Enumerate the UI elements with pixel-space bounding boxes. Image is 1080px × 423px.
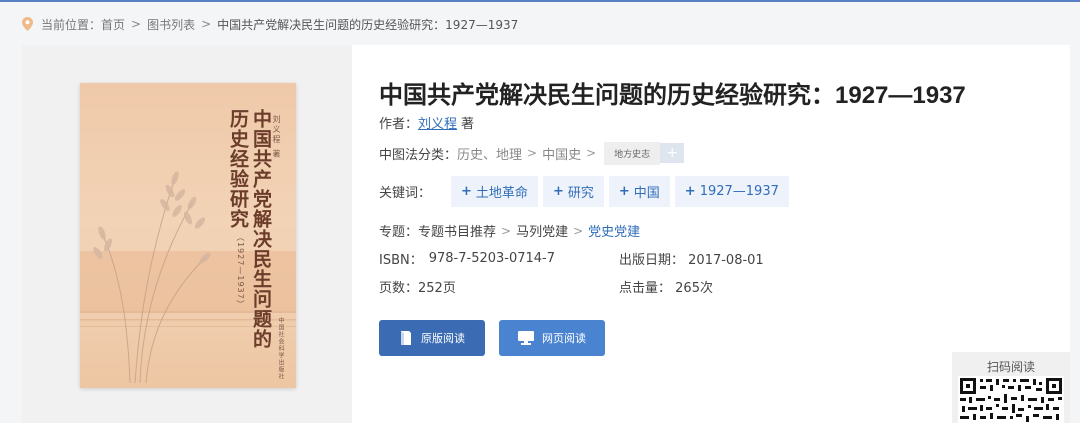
keyword-text: 研究 bbox=[567, 186, 594, 201]
pages-row: 页数： 252页 bbox=[379, 277, 456, 296]
plus-icon: + bbox=[552, 184, 564, 199]
keyword-text: 1927—1937 bbox=[699, 184, 779, 199]
cover-title-line-1: 中国共产党解决民生问题的 bbox=[250, 109, 272, 349]
isbn-label: ISBN： bbox=[379, 253, 423, 268]
cover-panel: 刘义程 著 中国共产党解决民生问题的 历史经验研究 （1927—1937） 中国… bbox=[22, 45, 352, 423]
classification-level-1[interactable]: 历史、地理 bbox=[457, 144, 522, 163]
chevron-right-icon: > bbox=[501, 223, 512, 238]
book-detail-card: 刘义程 著 中国共产党解决民生问题的 历史经验研究 （1927—1937） 中国… bbox=[22, 45, 1070, 423]
book-title: 中国共产党解决民生问题的历史经验研究：1927—1937 bbox=[379, 82, 966, 109]
expand-classification-button[interactable]: + bbox=[660, 143, 685, 163]
breadcrumb: 当前位置： 首页 > 图书列表 > 中国共产党解决民生问题的历史经验研究：192… bbox=[22, 15, 518, 33]
chevron-right-icon: > bbox=[527, 146, 538, 160]
keyword-text: 土地革命 bbox=[475, 186, 528, 201]
web-read-button[interactable]: 网页阅读 bbox=[499, 320, 605, 356]
clicks-value: 265次 bbox=[675, 281, 713, 296]
cover-publisher: 中国社会科学出版社 bbox=[277, 317, 284, 380]
breadcrumb-home[interactable]: 首页 bbox=[101, 16, 125, 33]
web-read-label: 网页阅读 bbox=[542, 332, 586, 345]
qr-label: 扫码阅读 bbox=[986, 360, 1035, 374]
clicks-field: 点击量： 265次 bbox=[619, 277, 713, 296]
keywords-row: 关键词： + 土地革命 + 研究 + 中国 +1927—1937 bbox=[379, 176, 794, 207]
top-accent-line bbox=[0, 0, 1080, 2]
pages-label: 页数： bbox=[379, 281, 419, 296]
classification-level-2[interactable]: 中国史 bbox=[542, 144, 581, 163]
cover-years: （1927—1937） bbox=[236, 233, 245, 309]
original-read-button[interactable]: 原版阅读 bbox=[379, 320, 485, 356]
keyword-tag[interactable]: + 研究 bbox=[542, 176, 604, 207]
keywords-label: 关键词： bbox=[379, 186, 432, 201]
pages-value: 252页 bbox=[418, 281, 456, 296]
isbn-value: 978-7-5203-0714-7 bbox=[428, 251, 556, 266]
chevron-right-icon: > bbox=[586, 146, 597, 160]
keyword-text: 中国 bbox=[633, 186, 660, 201]
chevron-right-icon: > bbox=[573, 223, 584, 238]
breadcrumb-book-list[interactable]: 图书列表 bbox=[147, 16, 195, 33]
location-pin-icon bbox=[22, 17, 33, 31]
author-row: 作者： 刘义程 著 bbox=[379, 113, 474, 132]
clicks-label: 点击量： bbox=[619, 281, 672, 296]
plus-icon: + bbox=[684, 184, 696, 199]
plus-icon: + bbox=[666, 145, 679, 161]
topic-label: 专题： bbox=[379, 225, 419, 240]
topic-level-1[interactable]: 专题书目推荐 bbox=[418, 221, 496, 240]
topic-level-2[interactable]: 马列党建 bbox=[516, 221, 568, 240]
pubdate-value: 2017-08-01 bbox=[688, 253, 764, 268]
breadcrumb-separator: > bbox=[131, 17, 142, 31]
classification-level-3[interactable]: 地方史志 bbox=[604, 141, 661, 165]
qr-panel: 扫码阅读 bbox=[952, 352, 1070, 423]
book-cover: 刘义程 著 中国共产党解决民生问题的 历史经验研究 （1927—1937） 中国… bbox=[80, 83, 296, 388]
keyword-tag[interactable]: + 土地革命 bbox=[451, 176, 538, 207]
isbn-row: ISBN： 978-7-5203-0714-7 bbox=[379, 249, 555, 268]
breadcrumb-current: 中国共产党解决民生问题的历史经验研究：1927—1937 bbox=[217, 17, 519, 32]
keyword-tag[interactable]: + 中国 bbox=[608, 176, 670, 207]
original-read-label: 原版阅读 bbox=[421, 332, 465, 345]
monitor-icon bbox=[518, 331, 534, 345]
classification-label: 中图法分类： bbox=[379, 147, 458, 163]
author-label: 作者： bbox=[379, 117, 419, 132]
qr-code-icon[interactable] bbox=[958, 376, 1064, 423]
pubdate-label: 出版日期： bbox=[619, 253, 685, 268]
pubdate-field: 出版日期： 2017-08-01 bbox=[619, 249, 764, 268]
classification-row: 中图法分类： 历史、地理 > 中国史 > 地方史志 + bbox=[379, 141, 685, 165]
author-suffix: 著 bbox=[461, 117, 475, 132]
cover-title-line-2: 历史经验研究 bbox=[227, 109, 249, 229]
book-icon bbox=[401, 331, 411, 345]
topic-row: 专题： 专题书目推荐 > 马列党建 > 党史党建 bbox=[379, 221, 640, 241]
author-link[interactable]: 刘义程 bbox=[418, 113, 457, 132]
keyword-tag[interactable]: +1927—1937 bbox=[674, 176, 789, 207]
breadcrumb-separator: > bbox=[201, 17, 212, 31]
plus-icon: + bbox=[461, 184, 472, 199]
plus-icon: + bbox=[618, 184, 630, 199]
topic-level-3[interactable]: 党史党建 bbox=[588, 221, 640, 240]
breadcrumb-prefix: 当前位置： bbox=[41, 17, 102, 32]
